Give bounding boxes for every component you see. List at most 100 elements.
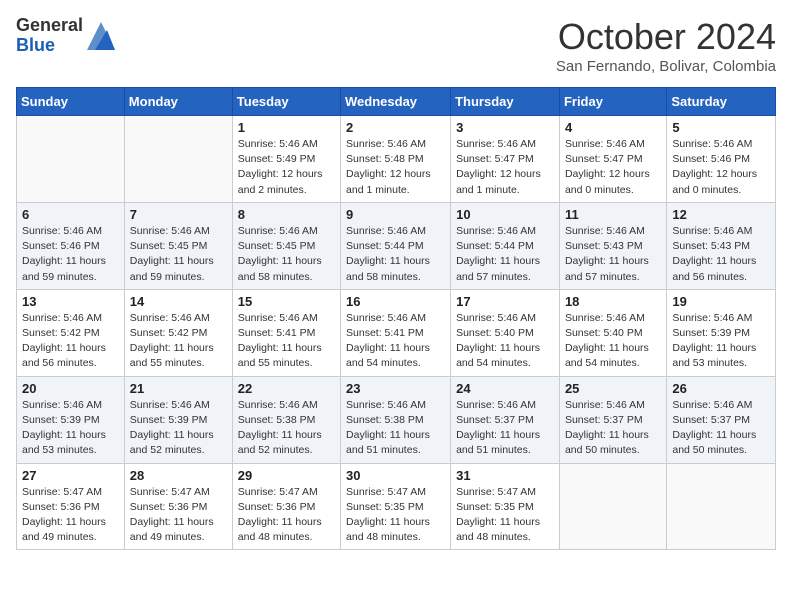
- calendar-cell: 4Sunrise: 5:46 AM Sunset: 5:47 PM Daylig…: [559, 116, 666, 203]
- calendar-cell: 27Sunrise: 5:47 AM Sunset: 5:36 PM Dayli…: [17, 463, 125, 550]
- day-number: 23: [346, 381, 445, 396]
- calendar-cell: [124, 116, 232, 203]
- day-info: Sunrise: 5:46 AM Sunset: 5:48 PM Dayligh…: [346, 137, 445, 198]
- day-number: 7: [130, 207, 227, 222]
- day-number: 16: [346, 294, 445, 309]
- calendar-cell: 7 Sunrise: 5:46 AM Sunset: 5:45 PM Daylig…: [124, 202, 232, 289]
- calendar-cell: 30 Sunrise: 5:47 AM Sunset: 5:35 PM Dayli…: [341, 463, 451, 550]
- calendar-cell: [559, 463, 666, 550]
- header-row: SundayMondayTuesdayWednesdayThursdayFrid…: [17, 88, 776, 116]
- week-row-1: 1 Sunrise: 5:46 AM Sunset: 5:49 PM Daylig…: [17, 116, 776, 203]
- week-row-2: 6 Sunrise: 5:46 AM Sunset: 5:46 PM Daylig…: [17, 202, 776, 289]
- day-number: 8: [238, 207, 335, 222]
- day-number: 30: [346, 468, 445, 483]
- day-number: 24: [456, 381, 554, 396]
- day-number: 26: [672, 381, 770, 396]
- day-info: Sunrise: 5:46 AM Sunset: 5:43 PM Dayligh…: [672, 224, 770, 285]
- day-number: 29: [238, 468, 335, 483]
- calendar-cell: 2Sunrise: 5:46 AM Sunset: 5:48 PM Daylig…: [341, 116, 451, 203]
- day-info: Sunrise: 5:46 AM Sunset: 5:47 PM Dayligh…: [565, 137, 661, 198]
- day-info: Sunrise: 5:46 AM Sunset: 5:46 PM Dayligh…: [672, 137, 770, 198]
- calendar-cell: 17 Sunrise: 5:46 AM Sunset: 5:40 PM Dayli…: [451, 289, 560, 376]
- calendar-cell: 12 Sunrise: 5:46 AM Sunset: 5:43 PM Dayli…: [667, 202, 776, 289]
- day-info: Sunrise: 5:46 AM Sunset: 5:37 PM Dayligh…: [456, 398, 554, 459]
- day-number: 25: [565, 381, 661, 396]
- day-info: Sunrise: 5:47 AM Sunset: 5:35 PM Dayligh…: [456, 485, 554, 546]
- calendar-cell: 18Sunrise: 5:46 AM Sunset: 5:40 PM Dayli…: [559, 289, 666, 376]
- week-row-4: 20 Sunrise: 5:46 AM Sunset: 5:39 PM Dayli…: [17, 376, 776, 463]
- day-number: 12: [672, 207, 770, 222]
- column-header-sunday: Sunday: [17, 88, 125, 116]
- day-info: Sunrise: 5:46 AM Sunset: 5:44 PM Dayligh…: [456, 224, 554, 285]
- day-info: Sunrise: 5:46 AM Sunset: 5:42 PM Dayligh…: [22, 311, 119, 372]
- calendar-cell: 1 Sunrise: 5:46 AM Sunset: 5:49 PM Daylig…: [232, 116, 340, 203]
- day-number: 22: [238, 381, 335, 396]
- calendar-cell: 26 Sunrise: 5:46 AM Sunset: 5:37 PM Dayli…: [667, 376, 776, 463]
- day-number: 15: [238, 294, 335, 309]
- calendar-cell: 8 Sunrise: 5:46 AM Sunset: 5:45 PM Daylig…: [232, 202, 340, 289]
- calendar-table: SundayMondayTuesdayWednesdayThursdayFrid…: [16, 87, 776, 550]
- day-info: Sunrise: 5:46 AM Sunset: 5:41 PM Dayligh…: [238, 311, 335, 372]
- calendar-cell: 9 Sunrise: 5:46 AM Sunset: 5:44 PM Daylig…: [341, 202, 451, 289]
- calendar-cell: 14Sunrise: 5:46 AM Sunset: 5:42 PM Dayli…: [124, 289, 232, 376]
- day-number: 9: [346, 207, 445, 222]
- day-number: 14: [130, 294, 227, 309]
- day-number: 31: [456, 468, 554, 483]
- calendar-cell: 29 Sunrise: 5:47 AM Sunset: 5:36 PM Dayli…: [232, 463, 340, 550]
- calendar-cell: 28 Sunrise: 5:47 AM Sunset: 5:36 PM Dayli…: [124, 463, 232, 550]
- logo-icon: [87, 22, 115, 50]
- calendar-cell: 15 Sunrise: 5:46 AM Sunset: 5:41 PM Dayli…: [232, 289, 340, 376]
- day-info: Sunrise: 5:46 AM Sunset: 5:37 PM Dayligh…: [672, 398, 770, 459]
- calendar-cell: 25 Sunrise: 5:46 AM Sunset: 5:37 PM Dayli…: [559, 376, 666, 463]
- logo-general-text: General: [16, 16, 83, 36]
- day-number: 20: [22, 381, 119, 396]
- day-number: 19: [672, 294, 770, 309]
- day-info: Sunrise: 5:47 AM Sunset: 5:36 PM Dayligh…: [130, 485, 227, 546]
- day-info: Sunrise: 5:46 AM Sunset: 5:45 PM Dayligh…: [238, 224, 335, 285]
- day-number: 18: [565, 294, 661, 309]
- day-info: Sunrise: 5:47 AM Sunset: 5:35 PM Dayligh…: [346, 485, 445, 546]
- calendar-cell: 3Sunrise: 5:46 AM Sunset: 5:47 PM Daylig…: [451, 116, 560, 203]
- week-row-5: 27 Sunrise: 5:47 AM Sunset: 5:36 PM Dayli…: [17, 463, 776, 550]
- day-info: Sunrise: 5:47 AM Sunset: 5:36 PM Dayligh…: [238, 485, 335, 546]
- column-header-thursday: Thursday: [451, 88, 560, 116]
- day-number: 27: [22, 468, 119, 483]
- logo: General Blue: [16, 16, 115, 56]
- day-number: 13: [22, 294, 119, 309]
- day-info: Sunrise: 5:46 AM Sunset: 5:46 PM Dayligh…: [22, 224, 119, 285]
- day-number: 11: [565, 207, 661, 222]
- calendar-cell: 21Sunrise: 5:46 AM Sunset: 5:39 PM Dayli…: [124, 376, 232, 463]
- day-info: Sunrise: 5:46 AM Sunset: 5:37 PM Dayligh…: [565, 398, 661, 459]
- day-info: Sunrise: 5:46 AM Sunset: 5:39 PM Dayligh…: [672, 311, 770, 372]
- day-info: Sunrise: 5:46 AM Sunset: 5:44 PM Dayligh…: [346, 224, 445, 285]
- month-title: October 2024: [556, 16, 776, 58]
- day-info: Sunrise: 5:46 AM Sunset: 5:39 PM Dayligh…: [130, 398, 227, 459]
- day-info: Sunrise: 5:46 AM Sunset: 5:47 PM Dayligh…: [456, 137, 554, 198]
- day-info: Sunrise: 5:46 AM Sunset: 5:38 PM Dayligh…: [346, 398, 445, 459]
- calendar-cell: 19 Sunrise: 5:46 AM Sunset: 5:39 PM Dayli…: [667, 289, 776, 376]
- column-header-saturday: Saturday: [667, 88, 776, 116]
- calendar-cell: 20Sunrise: 5:46 AM Sunset: 5:39 PM Dayli…: [17, 376, 125, 463]
- day-number: 28: [130, 468, 227, 483]
- column-header-wednesday: Wednesday: [341, 88, 451, 116]
- day-info: Sunrise: 5:46 AM Sunset: 5:40 PM Dayligh…: [456, 311, 554, 372]
- day-info: Sunrise: 5:46 AM Sunset: 5:45 PM Dayligh…: [130, 224, 227, 285]
- week-row-3: 13 Sunrise: 5:46 AM Sunset: 5:42 PM Dayli…: [17, 289, 776, 376]
- calendar-cell: [17, 116, 125, 203]
- column-header-monday: Monday: [124, 88, 232, 116]
- calendar-cell: 22Sunrise: 5:46 AM Sunset: 5:38 PM Dayli…: [232, 376, 340, 463]
- title-block: October 2024 San Fernando, Bolivar, Colo…: [556, 16, 776, 75]
- calendar-cell: 24 Sunrise: 5:46 AM Sunset: 5:37 PM Dayli…: [451, 376, 560, 463]
- calendar-cell: 13 Sunrise: 5:46 AM Sunset: 5:42 PM Dayli…: [17, 289, 125, 376]
- day-number: 1: [238, 120, 335, 135]
- day-number: 10: [456, 207, 554, 222]
- calendar-cell: 11Sunrise: 5:46 AM Sunset: 5:43 PM Dayli…: [559, 202, 666, 289]
- day-info: Sunrise: 5:46 AM Sunset: 5:49 PM Dayligh…: [238, 137, 335, 198]
- calendar-cell: 16 Sunrise: 5:46 AM Sunset: 5:41 PM Dayli…: [341, 289, 451, 376]
- day-number: 17: [456, 294, 554, 309]
- calendar-cell: 31 Sunrise: 5:47 AM Sunset: 5:35 PM Dayli…: [451, 463, 560, 550]
- day-info: Sunrise: 5:46 AM Sunset: 5:41 PM Dayligh…: [346, 311, 445, 372]
- calendar-cell: 5Sunrise: 5:46 AM Sunset: 5:46 PM Daylig…: [667, 116, 776, 203]
- day-number: 6: [22, 207, 119, 222]
- column-header-friday: Friday: [559, 88, 666, 116]
